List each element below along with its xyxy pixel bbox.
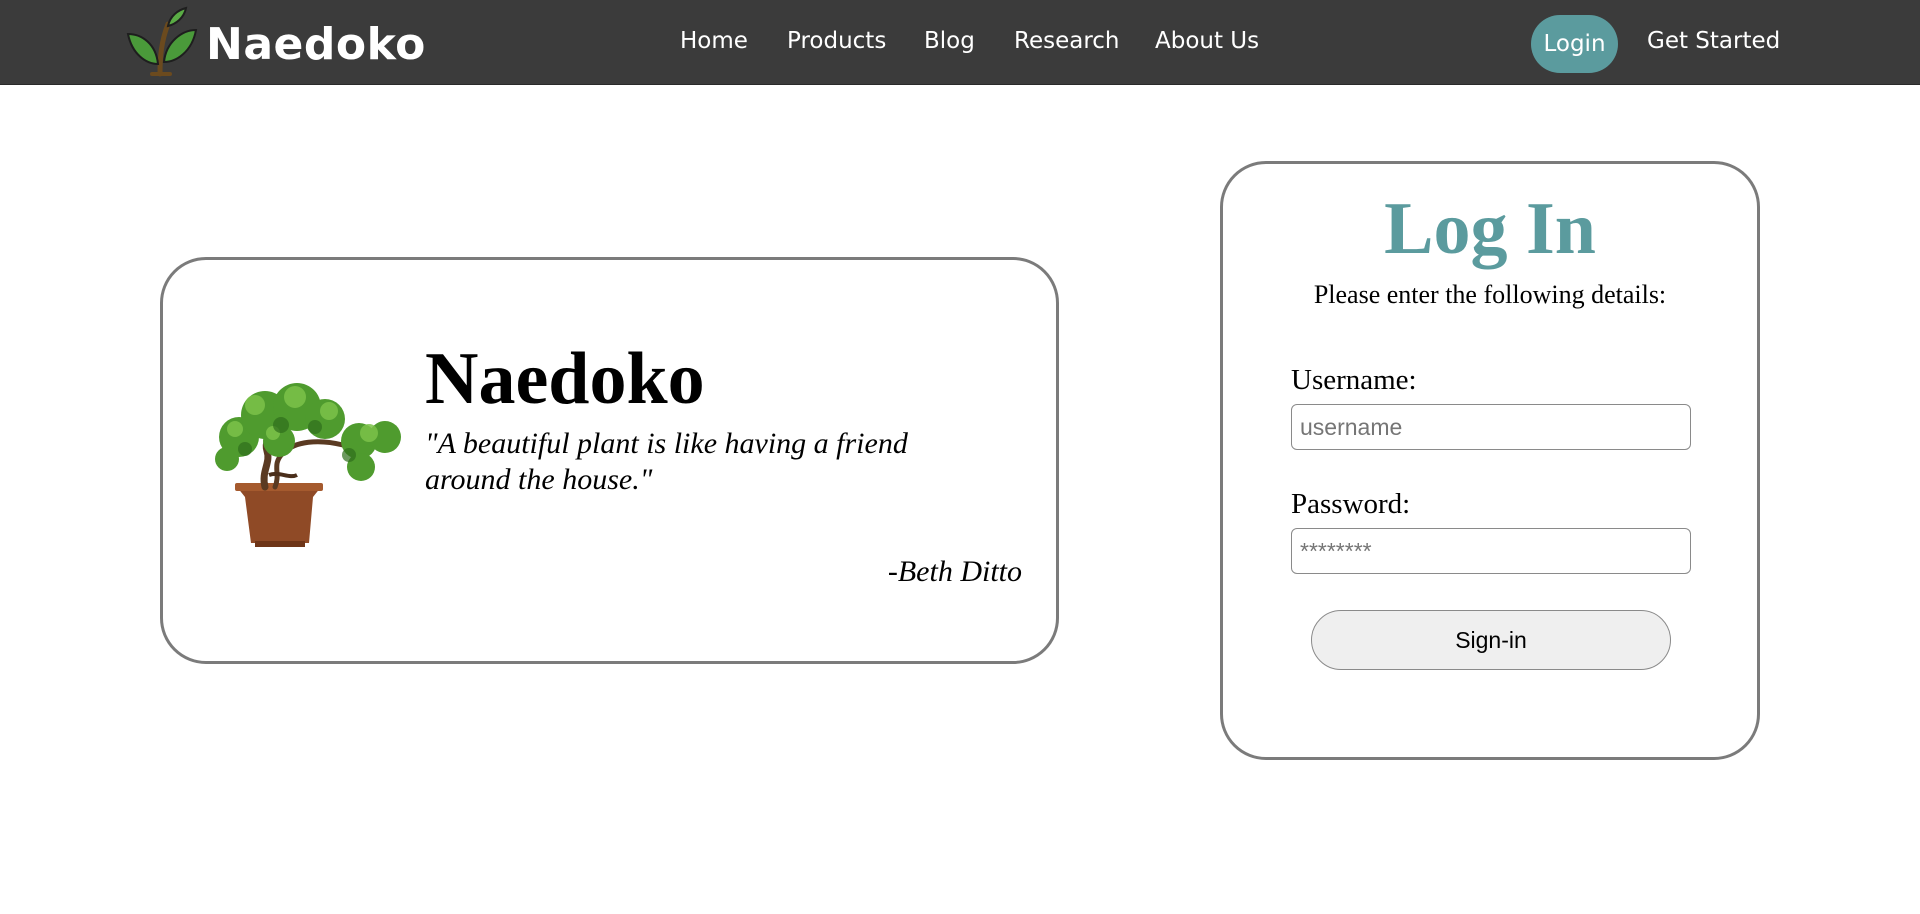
nav-link-research[interactable]: Research <box>1014 28 1120 54</box>
quote-author: -Beth Ditto <box>887 555 1022 588</box>
password-input[interactable] <box>1291 528 1691 574</box>
quote-card: Naedoko "A beautiful plant is like havin… <box>160 257 1059 664</box>
nav-link-home[interactable]: Home <box>680 28 748 54</box>
login-title: Log In <box>1384 188 1596 270</box>
sign-in-button[interactable]: Sign-in <box>1311 610 1671 670</box>
username-label: Username: <box>1291 364 1417 396</box>
quote-text: "A beautiful plant is like having a frie… <box>425 427 908 496</box>
nav-get-started-link[interactable]: Get Started <box>1647 28 1780 54</box>
login-subtitle: Please enter the following details: <box>1313 280 1667 309</box>
bonsai-tree-image <box>209 375 419 555</box>
login-card: Log In Please enter the following detail… <box>1220 161 1760 760</box>
brand-name: Naedoko <box>206 18 426 70</box>
nav-link-products[interactable]: Products <box>787 28 886 54</box>
username-input[interactable] <box>1291 404 1691 450</box>
brand[interactable]: Naedoko <box>124 6 426 82</box>
quote-card-title: Naedoko <box>425 338 705 420</box>
sprout-icon <box>124 6 200 82</box>
nav-link-blog[interactable]: Blog <box>924 28 975 54</box>
password-label: Password: <box>1291 488 1411 520</box>
nav-link-about-us[interactable]: About Us <box>1155 28 1259 54</box>
nav-login-button[interactable]: Login <box>1531 15 1618 73</box>
top-navbar: Naedoko Home Products Blog Research Abou… <box>0 0 1920 85</box>
